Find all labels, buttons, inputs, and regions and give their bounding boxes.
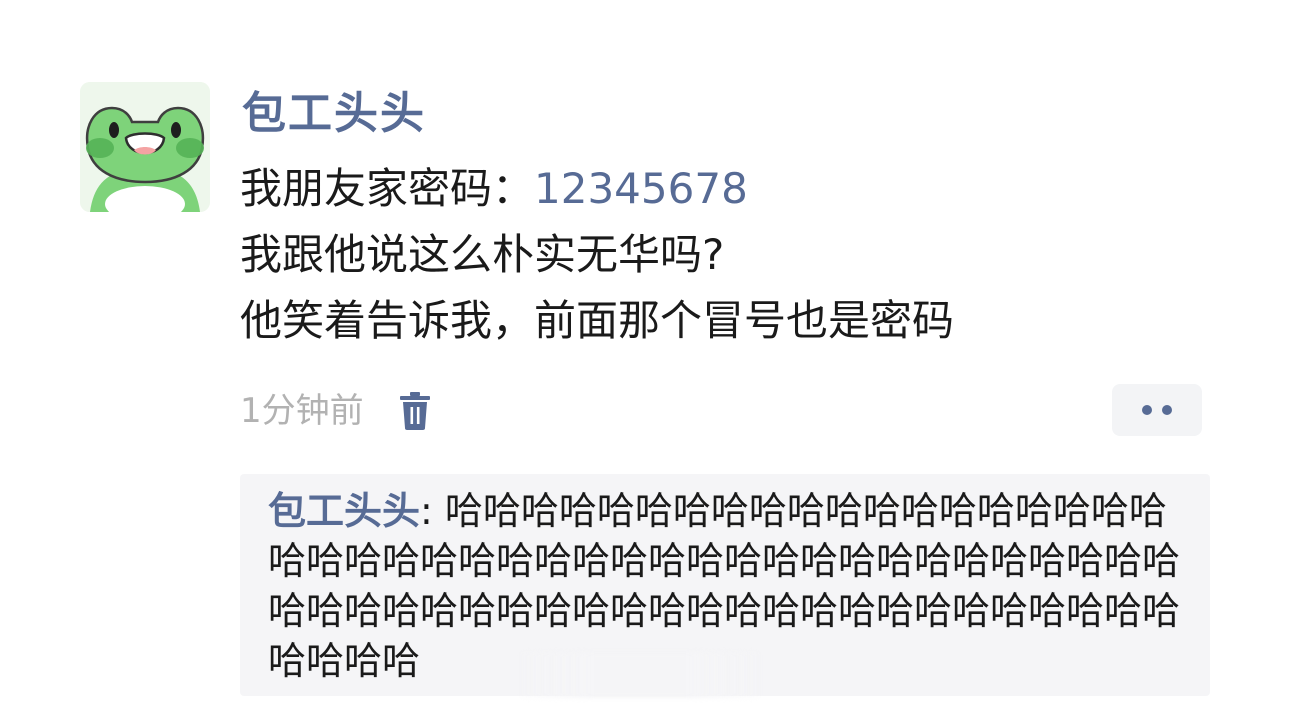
post-line-3: 他笑着告诉我，前面那个冒号也是密码 [240, 296, 955, 345]
user-avatar[interactable] [80, 82, 210, 212]
post-username[interactable]: 包工头头 [242, 86, 426, 142]
blurred-watermark [520, 652, 760, 698]
post-timestamp: 1分钟前 [240, 391, 364, 431]
frog-avatar-icon [80, 82, 210, 212]
post-line-1-text: 我朋友家密码： [240, 164, 535, 213]
post-line-1: 我朋友家密码：12345678 [240, 156, 1200, 222]
post-line-2: 我跟他说这么朴实无华吗? [240, 230, 725, 279]
more-actions-button[interactable] [1112, 384, 1202, 436]
comment-author[interactable]: 包工头头 [268, 489, 420, 533]
comment-separator: : [420, 489, 445, 533]
post-meta: 1分钟前 [240, 388, 432, 434]
trash-icon [399, 392, 430, 430]
more-dots-icon-2 [1162, 405, 1172, 415]
delete-button[interactable] [398, 391, 432, 431]
moments-post: 包工头头 我朋友家密码：12345678 我跟他说这么朴实无华吗? 他笑着告诉我… [0, 0, 1290, 707]
password-link[interactable]: 12345678 [534, 164, 748, 213]
more-dots-icon [1142, 405, 1152, 415]
post-content: 我朋友家密码：12345678 我跟他说这么朴实无华吗? 他笑着告诉我，前面那个… [240, 156, 1200, 354]
